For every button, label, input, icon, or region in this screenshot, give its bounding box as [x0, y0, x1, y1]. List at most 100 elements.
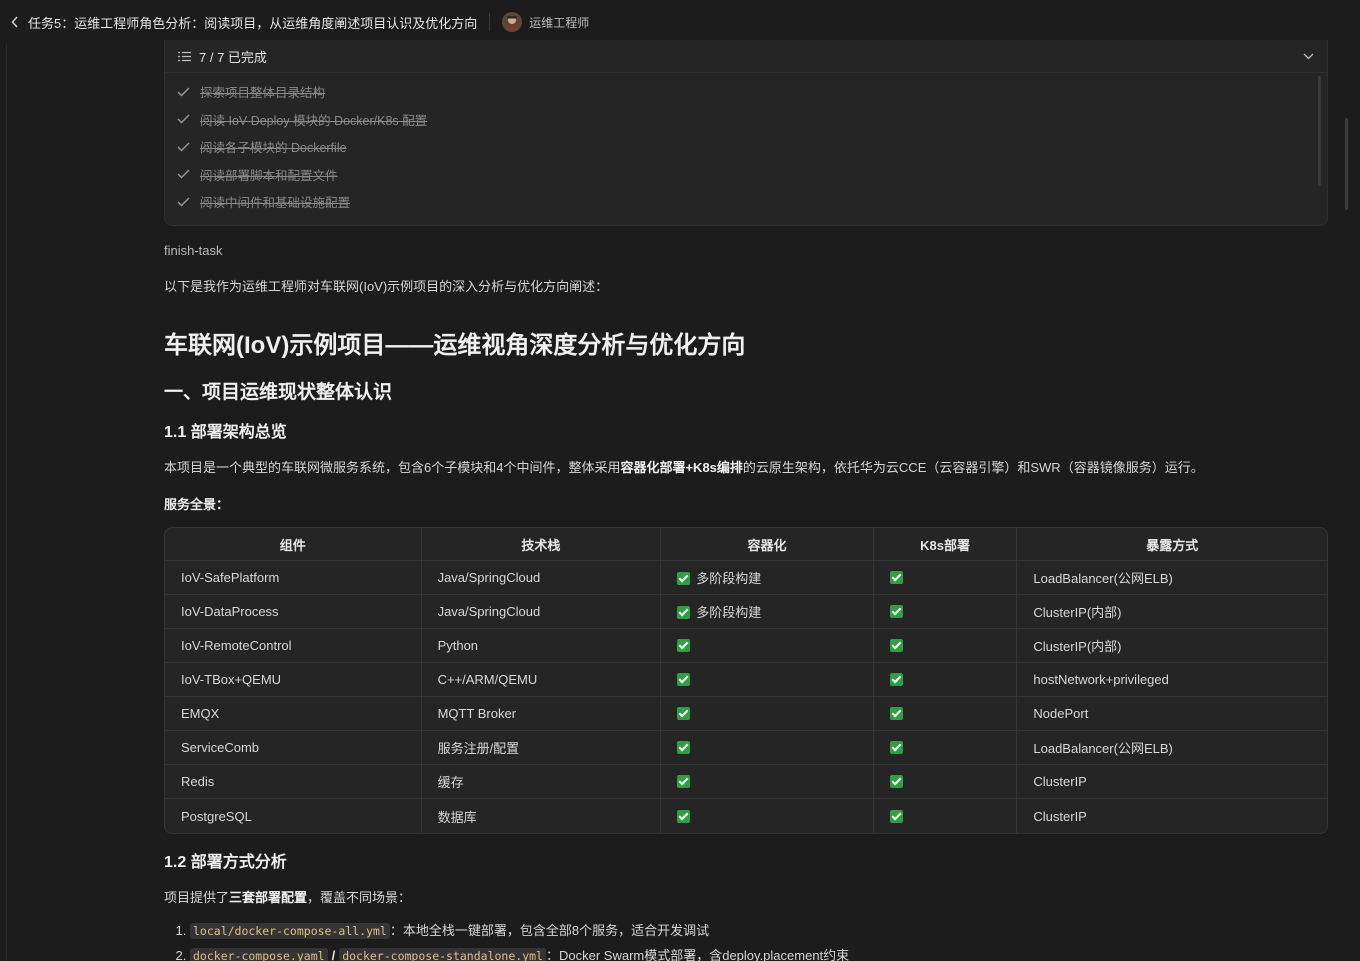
- back-chevron-icon[interactable]: [8, 15, 22, 29]
- cell-stack: 数据库: [422, 799, 662, 833]
- cell-containerized: [661, 663, 874, 697]
- column-header: 技术栈: [421, 528, 662, 561]
- deploy-paragraph: 项目提供了三套部署配置，覆盖不同场景：: [164, 890, 412, 905]
- todo-panel: 7 / 7 已完成 探索项目整体目录结构 阅读 IoV-Deploy 模块的 D…: [164, 40, 1328, 226]
- check-icon: [177, 197, 191, 207]
- table-row: ServiceComb 服务注册/配置 LoadBalancer(公网ELB): [165, 731, 1327, 765]
- intro-text: 以下是我作为运维工程师对车联网(IoV)示例项目的深入分析与优化方向阐述：: [164, 279, 609, 294]
- table-row: IoV-TBox+QEMU C++/ARM/QEMU hostNetwork+pri…: [165, 663, 1327, 697]
- checkbox-checked-icon: [889, 741, 903, 754]
- todo-header[interactable]: 7 / 7 已完成: [165, 40, 1327, 73]
- role-name: 运维工程师: [529, 15, 590, 30]
- cell-component: IoV-RemoteControl: [165, 629, 422, 663]
- chevron-down-icon[interactable]: [1303, 53, 1314, 60]
- inline-code: local/docker-compose-all.yml: [190, 923, 390, 939]
- todo-item-label: 阅读中间件和基础设施配置: [200, 196, 351, 211]
- services-table: 组件 技术栈 容器化 K8s部署 暴露方式 IoV-SafePlatform Ja…: [164, 527, 1328, 834]
- checkbox-checked-icon: [677, 572, 691, 585]
- checkbox-checked-icon: [677, 707, 691, 720]
- checkbox-checked-icon: [889, 639, 903, 652]
- todo-item-label: 阅读 IoV-Deploy 模块的 Docker/K8s 配置: [200, 113, 428, 128]
- todo-item-label: 阅读部署脚本和配置文件: [200, 168, 338, 183]
- list-icon: [178, 51, 191, 62]
- cell-containerized: [661, 799, 874, 833]
- cell-stack: MQTT Broker: [421, 697, 662, 731]
- cell-stack: C++/ARM/QEMU: [421, 663, 662, 697]
- tool-call-name: finish-task: [164, 243, 223, 258]
- checkbox-checked-icon: [889, 775, 903, 788]
- subsection-heading: 1.1 部署架构总览: [164, 424, 287, 441]
- doc-title: 车联网(IoV)示例项目——运维视角深度分析与优化方向: [164, 332, 746, 359]
- table-row: PostgreSQL 数据库 ClusterIP: [165, 799, 1327, 833]
- left-gutter-line: [6, 44, 7, 961]
- todo-count: 7 / 7 已完成: [199, 49, 267, 65]
- todo-scrollbar[interactable]: [1318, 76, 1321, 186]
- page-scrollbar[interactable]: [1345, 118, 1348, 210]
- checkbox-checked-icon: [677, 741, 691, 754]
- checkbox-checked-icon: [889, 605, 903, 618]
- cell-k8s: [874, 799, 1018, 833]
- cell-component: IoV-DataProcess: [165, 595, 422, 629]
- table-row: IoV-DataProcess Java/SpringCloud 多阶段构建 Clus…: [165, 595, 1327, 629]
- todo-list: 探索项目整体目录结构 阅读 IoV-Deploy 模块的 Docker/K8s …: [165, 78, 1315, 216]
- cell-expose: ClusterIP(内部): [1017, 629, 1327, 663]
- subsection-heading: 1.2 部署方式分析: [164, 854, 287, 871]
- cell-expose: ClusterIP: [1033, 808, 1087, 824]
- inline-code: docker-compose-standalone.yml: [339, 948, 546, 961]
- checkbox-checked-icon: [889, 707, 903, 720]
- checkbox-checked-icon: [889, 571, 903, 584]
- todo-item-label: 阅读各子模块的 Dockerfile: [200, 141, 347, 156]
- list-item: local/docker-compose-all.yml：本地全栈一键部署，包含…: [190, 918, 1328, 943]
- checkbox-checked-icon: [889, 809, 903, 823]
- cell-stack: Java/SpringCloud: [421, 595, 662, 629]
- cell-containerized: 多阶段构建: [661, 595, 874, 629]
- column-header: 组件: [165, 528, 422, 561]
- table-row: IoV-SafePlatform Java/SpringCloud 多阶段构建 Loa…: [165, 561, 1327, 595]
- top-bar: 任务5：运维工程师角色分析：阅读项目，从运维角度阐述项目认识及优化方向 运维工程…: [0, 0, 1360, 44]
- header-divider: [489, 13, 491, 31]
- cell-containerized: 多阶段构建: [661, 561, 874, 595]
- cell-k8s: [873, 663, 1018, 697]
- check-icon: [177, 87, 191, 97]
- cell-component: EMQX: [165, 697, 422, 731]
- column-header: K8s部署: [873, 528, 1018, 561]
- inline-code: docker-compose.yaml: [190, 948, 328, 961]
- todo-item: 阅读中间件和基础设施配置: [165, 188, 1315, 216]
- checkbox-checked-icon: [677, 775, 691, 788]
- cell-stack: 缓存: [421, 765, 662, 799]
- cell-component: IoV-SafePlatform: [165, 561, 422, 595]
- cell-expose: ClusterIP: [1017, 765, 1327, 799]
- cell-stack: Java/SpringCloud: [421, 561, 662, 595]
- list-item: docker-compose.yaml/docker-compose-stand…: [190, 943, 1328, 961]
- checkbox-checked-icon: [677, 673, 691, 686]
- cell-component: Redis: [165, 765, 422, 799]
- cell-expose: hostNetwork+privileged: [1017, 663, 1327, 697]
- table-row: Redis 缓存 ClusterIP: [165, 765, 1327, 799]
- task-title: 任务5：运维工程师角色分析：阅读项目，从运维角度阐述项目认识及优化方向: [28, 15, 478, 31]
- cell-stack: Python: [421, 629, 662, 663]
- checkbox-checked-icon: [677, 606, 691, 619]
- cell-k8s: [873, 765, 1018, 799]
- todo-item: 阅读部署脚本和配置文件: [165, 161, 1315, 189]
- architecture-paragraph: 本项目是一个典型的车联网微服务系统，包含6个子模块和4个中间件，整体采用容器化部…: [164, 460, 1204, 475]
- cell-component: PostgreSQL: [165, 799, 422, 833]
- avatar[interactable]: [502, 12, 523, 32]
- cell-containerized: [661, 765, 874, 799]
- todo-item: 阅读 IoV-Deploy 模块的 Docker/K8s 配置: [165, 106, 1315, 134]
- table-header-row: 组件 技术栈 容器化 K8s部署 暴露方式: [165, 528, 1327, 561]
- check-icon: [177, 142, 191, 152]
- cell-component: ServiceComb: [165, 731, 422, 765]
- check-icon: [177, 114, 191, 124]
- container-note: 多阶段构建: [696, 571, 762, 586]
- table-row: IoV-RemoteControl Python ClusterIP(内部): [165, 629, 1327, 663]
- cell-k8s: [873, 731, 1018, 765]
- container-note: 多阶段构建: [696, 605, 762, 620]
- cell-k8s: [873, 629, 1018, 663]
- cell-containerized: [661, 629, 874, 663]
- todo-item: 阅读各子模块的 Dockerfile: [165, 133, 1315, 161]
- checkbox-checked-icon: [677, 639, 691, 652]
- services-label: 服务全景：: [164, 497, 230, 512]
- cell-k8s: [873, 561, 1018, 595]
- todo-item-label: 探索项目整体目录结构: [200, 86, 326, 101]
- todo-item: 探索项目整体目录结构: [165, 78, 1315, 106]
